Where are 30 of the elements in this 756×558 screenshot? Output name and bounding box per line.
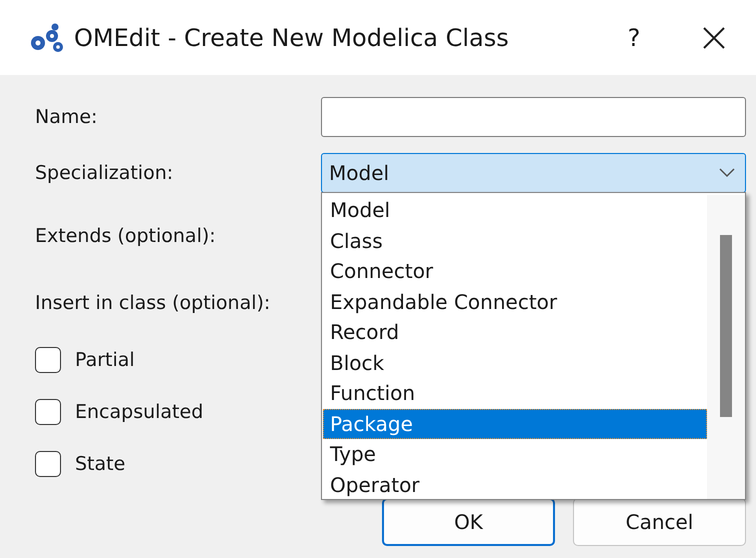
dropdown-option[interactable]: Connector (323, 256, 707, 286)
dropdown-option[interactable]: Class (323, 226, 707, 256)
dropdown-option[interactable]: Expandable Connector (323, 286, 707, 317)
ok-button[interactable]: OK (382, 498, 555, 546)
help-button[interactable]: ? (604, 24, 664, 52)
dropdown-option[interactable]: Record (323, 317, 707, 348)
dropdown-option[interactable]: Model (323, 195, 707, 226)
specialization-dropdown[interactable]: Model (321, 153, 746, 193)
checkbox-label: Encapsulated (75, 401, 204, 423)
field-label: Name: (35, 106, 98, 128)
checkbox[interactable] (35, 347, 61, 373)
dropdown-option[interactable]: Package (323, 408, 707, 439)
checkbox-label: Partial (75, 349, 135, 371)
window-title: OMEdit - Create New Modelica Class (74, 24, 510, 52)
checkbox[interactable] (35, 451, 61, 477)
scrollbar[interactable] (707, 195, 745, 499)
checkbox-label: State (75, 453, 126, 475)
dropdown-option[interactable]: Function (323, 378, 707, 408)
field-label: Specialization: (35, 162, 174, 184)
dropdown-option[interactable]: Block (323, 348, 707, 378)
dropdown-option[interactable]: Operator (323, 470, 707, 500)
field-label: Insert in class (optional): (35, 292, 270, 314)
caret-icon (719, 168, 735, 178)
cancel-button[interactable]: Cancel (573, 498, 746, 546)
close-icon[interactable] (702, 26, 726, 50)
dropdown-option[interactable]: Type (323, 439, 707, 470)
name-field[interactable] (321, 97, 746, 137)
scrollbar-thumb[interactable] (720, 235, 732, 417)
checkbox[interactable] (35, 399, 61, 425)
field-label: Extends (optional): (35, 225, 216, 247)
